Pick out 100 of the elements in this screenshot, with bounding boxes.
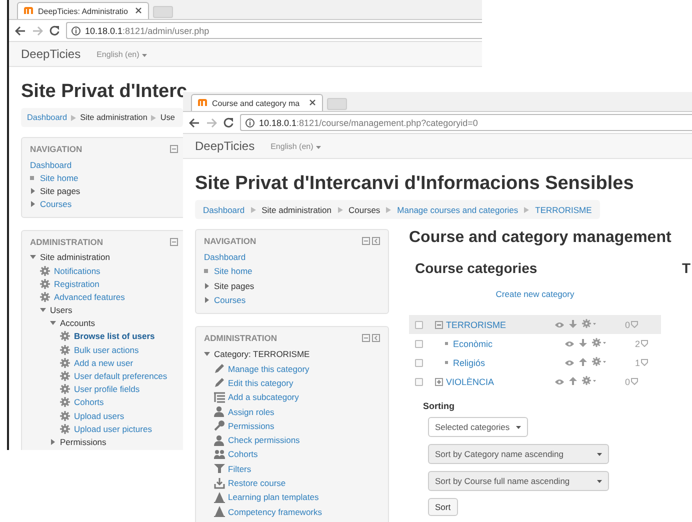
tree-item[interactable]: Cohorts — [228, 449, 258, 460]
close-icon[interactable] — [135, 6, 142, 16]
category-link[interactable]: VIOLÈNCIA — [446, 376, 494, 386]
separator-icon — [250, 206, 256, 212]
back-arrow-icon[interactable] — [189, 118, 200, 128]
tree-item[interactable]: Cohorts — [74, 397, 104, 408]
checkbox[interactable] — [415, 320, 423, 328]
tree-item[interactable]: Site home — [40, 172, 78, 183]
browser-tab[interactable]: DeepTicies: Administratio — [17, 2, 149, 19]
breadcrumb-item: Site administration — [80, 113, 148, 122]
back-arrow-icon[interactable] — [15, 26, 26, 36]
tree-item[interactable]: Dashboard — [204, 252, 246, 262]
gear-menu-icon[interactable] — [582, 376, 596, 387]
site-brand[interactable]: DeepTicies — [21, 47, 81, 61]
funnel-icon — [214, 463, 228, 474]
block-controls-icon[interactable] — [170, 238, 178, 246]
info-icon — [71, 26, 81, 36]
list-icon — [214, 392, 228, 403]
address-bar[interactable]: 10.18.0.1:8121/admin/user.php — [66, 22, 482, 39]
tree-item[interactable]: Registration — [54, 278, 100, 289]
tree-item[interactable]: Upload user pictures — [74, 424, 152, 434]
tree-item[interactable]: Site home — [214, 266, 252, 276]
up-arrow-icon[interactable] — [579, 358, 587, 368]
eye-icon[interactable] — [555, 320, 564, 330]
browser-tab[interactable]: Course and category ma — [191, 94, 323, 111]
scope-select[interactable]: Selected categories — [428, 417, 528, 437]
category-link[interactable]: Religiós — [453, 358, 486, 368]
tree-item[interactable]: Upload users — [74, 410, 124, 421]
tree-item[interactable]: Learning plan templates — [228, 492, 319, 502]
reload-icon[interactable] — [49, 25, 60, 36]
tree-item[interactable]: Browse list of users — [74, 331, 155, 342]
tree-item[interactable]: Competency frameworks — [228, 506, 322, 517]
category-row[interactable]: Econòmic 2 — [409, 334, 661, 353]
tree-item: Users — [50, 305, 72, 316]
section-heading: T — [682, 260, 691, 278]
tree-item[interactable]: Edit this category — [228, 378, 294, 388]
breadcrumb-item[interactable]: Dashboard — [27, 113, 68, 122]
tree-item[interactable]: Advanced features — [54, 292, 125, 302]
forward-arrow-icon[interactable] — [206, 118, 217, 128]
down-arrow-icon[interactable] — [579, 338, 587, 348]
gear-menu-icon[interactable] — [592, 338, 606, 349]
up-arrow-icon[interactable] — [569, 376, 577, 386]
tree-item: Category: TERRORISME — [214, 349, 310, 360]
separator-icon — [386, 206, 392, 212]
tree-item[interactable]: Notifications — [54, 266, 100, 276]
create-category-link[interactable]: Create new category — [496, 289, 574, 299]
course-sort-select[interactable]: Sort by Course full name ascending — [428, 471, 609, 491]
site-brand[interactable]: DeepTicies — [195, 139, 255, 153]
category-sort-select[interactable]: Sort by Category name ascending — [428, 444, 609, 464]
tree-item[interactable]: Filters — [228, 464, 252, 474]
breadcrumb-item[interactable]: Manage courses and categories — [397, 204, 518, 214]
separator-icon — [338, 206, 343, 212]
down-arrow-icon[interactable] — [569, 320, 577, 330]
address-bar[interactable]: 10.18.0.1:8121/course/management.php?categoryid=0 — [240, 114, 692, 131]
sorting-label: Sorting — [423, 401, 456, 411]
eye-icon[interactable] — [565, 338, 574, 348]
tree-item[interactable]: Restore course — [228, 478, 286, 488]
gear-menu-icon[interactable] — [582, 319, 596, 330]
download-tray-icon — [214, 478, 228, 488]
breadcrumb-item[interactable]: TERRORISME — [535, 204, 592, 214]
tree-item[interactable]: Bulk user actions — [74, 344, 139, 355]
gear-menu-icon[interactable] — [592, 357, 606, 368]
category-link[interactable]: TERRORISME — [446, 320, 506, 330]
tree-item[interactable]: Permissions — [228, 420, 274, 431]
category-row[interactable]: Religiós 1 — [409, 353, 661, 372]
expand-icon[interactable] — [435, 378, 443, 386]
tree-item[interactable]: User profile fields — [74, 384, 140, 394]
block-controls-icon[interactable] — [362, 237, 380, 245]
tree-item[interactable]: Add a new user — [74, 358, 134, 368]
tree-item[interactable]: Manage this category — [228, 364, 310, 374]
checkbox[interactable] — [415, 358, 423, 366]
language-menu[interactable]: English (en) — [96, 50, 146, 58]
sort-button[interactable]: Sort — [428, 498, 458, 516]
block-controls-icon[interactable] — [170, 145, 178, 153]
category-row[interactable]: TERRORISME 0 — [409, 315, 661, 334]
close-icon[interactable] — [309, 98, 316, 108]
collapse-icon[interactable] — [435, 320, 443, 328]
tree-item[interactable]: Check permissions — [228, 435, 300, 446]
eye-icon[interactable] — [555, 376, 564, 386]
category-row[interactable]: VIOLÈNCIA 0 — [409, 372, 661, 391]
category-link[interactable]: Econòmic — [453, 338, 493, 348]
language-menu[interactable]: English (en) — [270, 142, 320, 150]
course-icon — [631, 321, 638, 328]
checkbox[interactable] — [415, 378, 423, 386]
moodle-logo-icon — [24, 6, 35, 16]
checkbox[interactable] — [415, 340, 423, 348]
tree-item[interactable]: Dashboard — [30, 160, 72, 170]
tree-item[interactable]: Assign roles — [228, 406, 274, 417]
forward-arrow-icon[interactable] — [32, 26, 43, 36]
block-controls-icon[interactable] — [362, 334, 380, 342]
reload-icon[interactable] — [223, 117, 234, 128]
breadcrumb-item[interactable]: Dashboard — [203, 204, 245, 214]
tree-item[interactable]: Add a subcategory — [228, 392, 299, 402]
tree-item[interactable]: Courses — [214, 295, 246, 306]
tree-item: Site pages — [40, 186, 80, 196]
pyramid-icon — [214, 492, 228, 503]
eye-icon[interactable] — [565, 358, 574, 368]
course-count: 2 — [635, 338, 640, 348]
tree-item[interactable]: User default preferences — [74, 371, 168, 382]
tree-item[interactable]: Courses — [40, 199, 72, 210]
